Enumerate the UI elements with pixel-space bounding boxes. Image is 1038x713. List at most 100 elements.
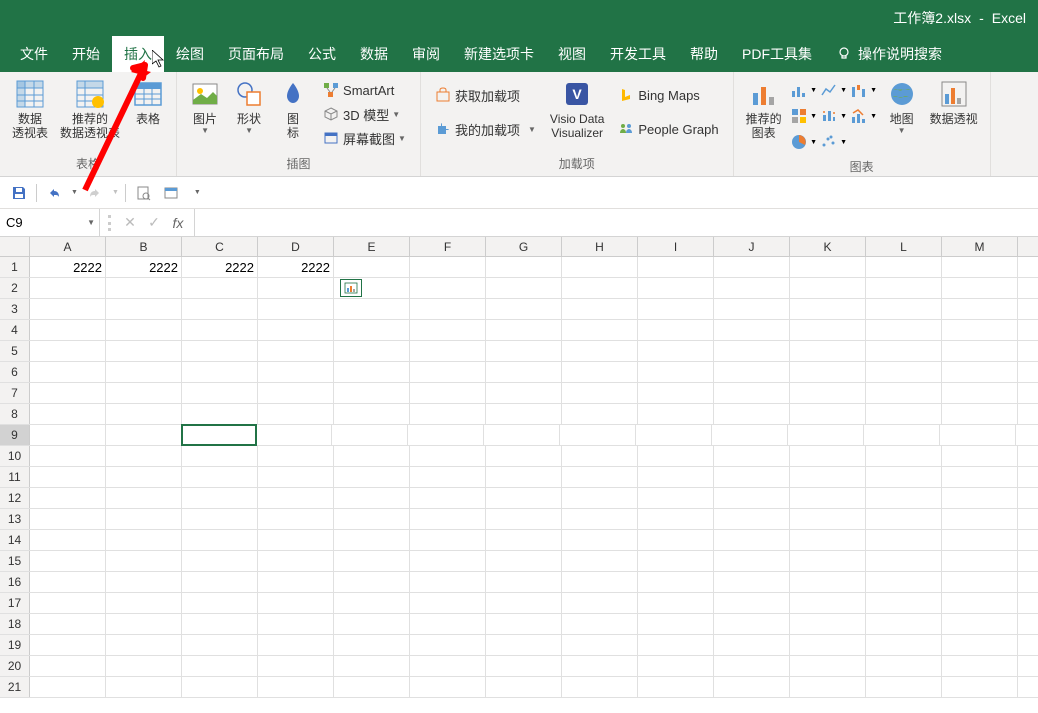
cell-K21[interactable] — [790, 677, 866, 697]
cell-F19[interactable] — [410, 635, 486, 655]
row-header-19[interactable]: 19 — [0, 635, 30, 655]
people-graph-button[interactable]: People Graph — [614, 117, 722, 141]
cell-I14[interactable] — [638, 530, 714, 550]
cell-M11[interactable] — [942, 467, 1018, 487]
cell-D11[interactable] — [258, 467, 334, 487]
cell-I3[interactable] — [638, 299, 714, 319]
column-chart-button[interactable]: ▼ — [790, 78, 818, 102]
row-header-13[interactable]: 13 — [0, 509, 30, 529]
cell-A8[interactable] — [30, 404, 106, 424]
3dmodel-button[interactable]: 3D 模型 ▼ — [319, 102, 410, 126]
cell-E3[interactable] — [334, 299, 410, 319]
cell-B9[interactable] — [106, 425, 182, 445]
col-header-D[interactable]: D — [258, 237, 334, 256]
cell-L14[interactable] — [866, 530, 942, 550]
tab-formulas[interactable]: 公式 — [296, 36, 348, 72]
cell-M8[interactable] — [942, 404, 1018, 424]
cell-B15[interactable] — [106, 551, 182, 571]
cell-J12[interactable] — [714, 488, 790, 508]
row-header-5[interactable]: 5 — [0, 341, 30, 361]
cell-C6[interactable] — [182, 362, 258, 382]
rec-charts-button[interactable]: 推荐的 图表 — [740, 76, 788, 142]
cell-A10[interactable] — [30, 446, 106, 466]
cell-H17[interactable] — [562, 593, 638, 613]
cell-K5[interactable] — [790, 341, 866, 361]
cell-B16[interactable] — [106, 572, 182, 592]
cell-L19[interactable] — [866, 635, 942, 655]
tab-home[interactable]: 开始 — [60, 36, 112, 72]
cell-G17[interactable] — [486, 593, 562, 613]
cell-G15[interactable] — [486, 551, 562, 571]
cell-B13[interactable] — [106, 509, 182, 529]
pivot-table-button[interactable]: 数据 透视表 — [6, 76, 54, 142]
cell-B2[interactable] — [106, 278, 182, 298]
cell-I12[interactable] — [638, 488, 714, 508]
qat-button-2[interactable] — [160, 182, 182, 204]
undo-button[interactable] — [43, 182, 65, 204]
col-header-A[interactable]: A — [30, 237, 106, 256]
cell-J4[interactable] — [714, 320, 790, 340]
cell-L15[interactable] — [866, 551, 942, 571]
cell-D16[interactable] — [258, 572, 334, 592]
cell-E20[interactable] — [334, 656, 410, 676]
cell-J8[interactable] — [714, 404, 790, 424]
cell-H11[interactable] — [562, 467, 638, 487]
col-header-G[interactable]: G — [486, 237, 562, 256]
cell-D12[interactable] — [258, 488, 334, 508]
cell-F21[interactable] — [410, 677, 486, 697]
col-header-L[interactable]: L — [866, 237, 942, 256]
cell-K19[interactable] — [790, 635, 866, 655]
cell-K3[interactable] — [790, 299, 866, 319]
cell-D13[interactable] — [258, 509, 334, 529]
cell-K13[interactable] — [790, 509, 866, 529]
cell-G7[interactable] — [486, 383, 562, 403]
cell-I21[interactable] — [638, 677, 714, 697]
my-addins-button[interactable]: 我的加载项 ▼ — [431, 117, 540, 141]
cell-L13[interactable] — [866, 509, 942, 529]
cell-J14[interactable] — [714, 530, 790, 550]
cell-F8[interactable] — [410, 404, 486, 424]
pivot-chart-button[interactable]: 数据透视 — [924, 76, 984, 128]
cell-I7[interactable] — [638, 383, 714, 403]
cell-H12[interactable] — [562, 488, 638, 508]
cell-E6[interactable] — [334, 362, 410, 382]
cell-F1[interactable] — [410, 257, 486, 277]
cell-J19[interactable] — [714, 635, 790, 655]
cell-M18[interactable] — [942, 614, 1018, 634]
cell-J16[interactable] — [714, 572, 790, 592]
cell-F16[interactable] — [410, 572, 486, 592]
cell-B17[interactable] — [106, 593, 182, 613]
cell-B20[interactable] — [106, 656, 182, 676]
cell-A6[interactable] — [30, 362, 106, 382]
cell-E11[interactable] — [334, 467, 410, 487]
tab-newtab[interactable]: 新建选项卡 — [452, 36, 546, 72]
cell-C13[interactable] — [182, 509, 258, 529]
cell-C17[interactable] — [182, 593, 258, 613]
cell-L6[interactable] — [866, 362, 942, 382]
cell-L12[interactable] — [866, 488, 942, 508]
row-header-20[interactable]: 20 — [0, 656, 30, 676]
cell-C12[interactable] — [182, 488, 258, 508]
map-button[interactable]: 地图 ▼ — [880, 76, 924, 137]
cell-L9[interactable] — [864, 425, 940, 445]
cell-A9[interactable] — [30, 425, 106, 445]
cell-I15[interactable] — [638, 551, 714, 571]
redo-dropdown[interactable]: ▼ — [112, 189, 119, 196]
cell-M12[interactable] — [942, 488, 1018, 508]
cell-M9[interactable] — [940, 425, 1016, 445]
cell-H3[interactable] — [562, 299, 638, 319]
cell-K7[interactable] — [790, 383, 866, 403]
cell-G8[interactable] — [486, 404, 562, 424]
row-header-15[interactable]: 15 — [0, 551, 30, 571]
cell-I8[interactable] — [638, 404, 714, 424]
cell-M13[interactable] — [942, 509, 1018, 529]
cell-J1[interactable] — [714, 257, 790, 277]
cell-E17[interactable] — [334, 593, 410, 613]
cell-E21[interactable] — [334, 677, 410, 697]
cell-F20[interactable] — [410, 656, 486, 676]
cell-F5[interactable] — [410, 341, 486, 361]
cell-L10[interactable] — [866, 446, 942, 466]
cell-A2[interactable] — [30, 278, 106, 298]
cell-B19[interactable] — [106, 635, 182, 655]
cell-J5[interactable] — [714, 341, 790, 361]
